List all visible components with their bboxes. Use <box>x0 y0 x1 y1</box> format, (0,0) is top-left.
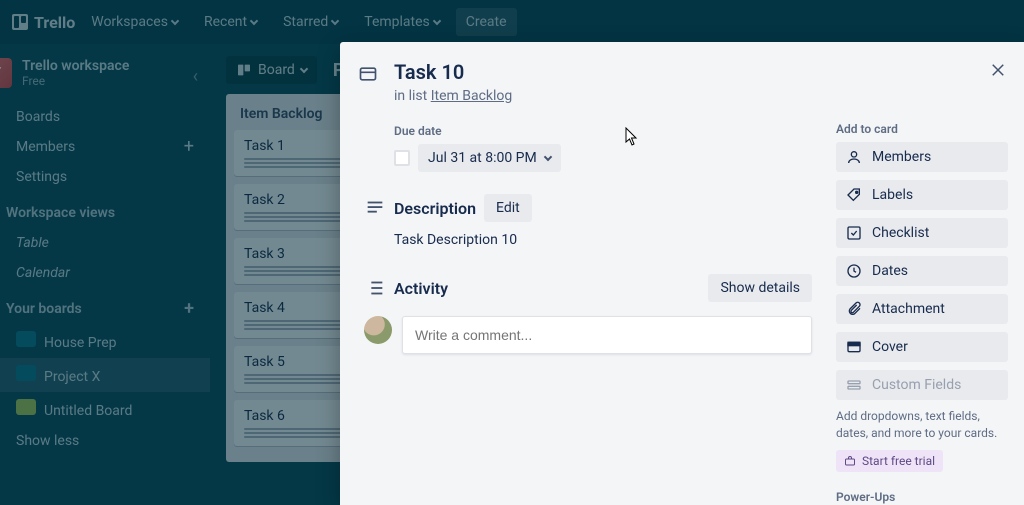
top-nav: Trello Workspaces Recent Starred Templat… <box>0 0 1024 44</box>
labels-icon <box>846 187 862 203</box>
attachment-button[interactable]: Attachment <box>836 294 1008 324</box>
nav-templates[interactable]: Templates <box>354 8 450 36</box>
card-modal: Task 10 in list Item Backlog Due date Ju… <box>340 42 1024 505</box>
comment-input[interactable] <box>403 317 811 353</box>
members-button[interactable]: Members <box>836 142 1008 172</box>
show-details-button[interactable]: Show details <box>708 274 812 302</box>
attachment-icon <box>846 301 862 317</box>
chevron-down-icon <box>433 17 441 25</box>
sidebar-calendar[interactable]: Calendar <box>0 258 210 288</box>
plus-icon[interactable]: + <box>184 302 194 316</box>
cover-icon <box>846 339 862 355</box>
chevron-down-icon <box>331 17 339 25</box>
start-free-trial-button[interactable]: Start free trial <box>836 450 943 472</box>
card-title[interactable]: Task 10 <box>394 60 968 84</box>
due-date-value: Jul 31 at 8:00 PM <box>428 150 537 166</box>
due-date-chip[interactable]: Jul 31 at 8:00 PM <box>418 144 561 172</box>
checklist-button[interactable]: Checklist <box>836 218 1008 248</box>
description-icon <box>364 197 386 219</box>
sidebar-board-item[interactable]: House Prep <box>0 324 210 358</box>
nav-starred[interactable]: Starred <box>273 8 348 36</box>
due-complete-checkbox[interactable] <box>394 150 410 166</box>
brand-name: Trello <box>34 13 75 32</box>
custom-fields-button[interactable]: Custom Fields <box>836 370 1008 400</box>
sidebar-collapse-button[interactable]: ‹ <box>193 66 198 87</box>
workspace-name: Trello workspace <box>22 58 129 74</box>
add-to-card-label: Add to card <box>836 122 1008 136</box>
power-ups-label: Power-Ups <box>836 490 1008 504</box>
edit-description-button[interactable]: Edit <box>484 194 532 222</box>
in-list-link[interactable]: Item Backlog <box>431 88 513 104</box>
activity-icon <box>364 277 386 299</box>
chevron-down-icon <box>300 65 308 73</box>
briefcase-icon <box>844 455 856 467</box>
nav-recent[interactable]: Recent <box>194 8 267 36</box>
activity-heading: Activity <box>394 279 448 298</box>
due-date-label: Due date <box>394 124 812 138</box>
chevron-down-icon <box>250 17 258 25</box>
plus-icon[interactable]: + <box>184 140 194 154</box>
trello-logo-icon <box>12 14 28 30</box>
description-heading: Description <box>394 199 476 218</box>
custom-fields-icon <box>846 377 862 393</box>
mouse-cursor <box>625 127 639 147</box>
board-view-switch[interactable]: Board <box>226 56 317 84</box>
trello-logo[interactable]: Trello <box>12 13 75 32</box>
sidebar-board-item[interactable]: Untitled Board <box>0 392 210 426</box>
sidebar-settings[interactable]: Settings <box>0 162 210 192</box>
custom-fields-hint: Add dropdowns, text fields, dates, and m… <box>836 408 1008 442</box>
card-header-icon <box>358 64 378 88</box>
checklist-icon <box>846 225 862 241</box>
sidebar-show-less[interactable]: Show less <box>0 426 210 456</box>
cover-button[interactable]: Cover <box>836 332 1008 362</box>
board-icon <box>236 62 252 78</box>
description-text[interactable]: Task Description 10 <box>394 232 812 248</box>
sidebar-board-item[interactable]: Project X <box>0 358 210 392</box>
card-in-list: in list Item Backlog <box>394 88 968 104</box>
clock-icon <box>846 263 862 279</box>
members-icon <box>846 149 862 165</box>
workspace-sidebar: T Trello workspace Free ‹ Boards Members… <box>0 44 210 505</box>
sidebar-section-yourboards: Your boards+ <box>0 294 210 324</box>
sidebar-boards[interactable]: Boards <box>0 102 210 132</box>
workspace-avatar: T <box>0 58 12 88</box>
chevron-down-icon <box>171 17 179 25</box>
workspace-plan: Free <box>22 74 129 88</box>
labels-button[interactable]: Labels <box>836 180 1008 210</box>
comment-box[interactable] <box>402 316 812 354</box>
nav-workspaces[interactable]: Workspaces <box>81 8 188 36</box>
user-avatar[interactable] <box>364 316 392 344</box>
sidebar-section-wsviews: Workspace views <box>0 198 210 228</box>
sidebar-members[interactable]: Members+ <box>0 132 210 162</box>
create-button[interactable]: Create <box>456 8 517 36</box>
chevron-down-icon <box>543 153 551 161</box>
sidebar-table[interactable]: Table <box>0 228 210 258</box>
dates-button[interactable]: Dates <box>836 256 1008 286</box>
